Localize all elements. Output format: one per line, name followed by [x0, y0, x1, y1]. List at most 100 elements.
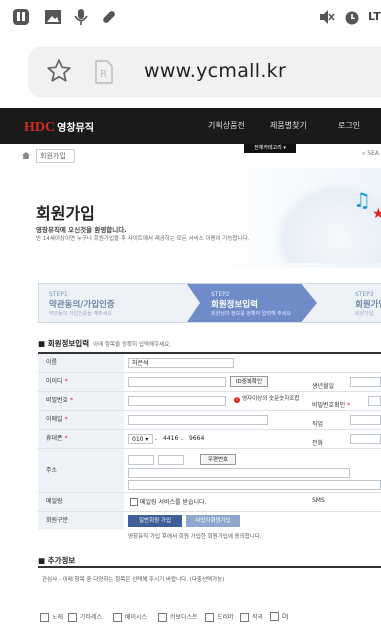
interest-option[interactable]: 드러머	[205, 612, 234, 622]
newsletter-checkbox[interactable]	[130, 498, 138, 506]
nav-special-products[interactable]: 기획상품전	[208, 120, 245, 131]
nav-find-by-product[interactable]: 제품별찾기	[270, 120, 307, 131]
zipcode-field-2[interactable]	[158, 455, 184, 465]
address-field-2[interactable]	[128, 480, 381, 490]
warning-icon: !	[234, 397, 240, 403]
mobile-label: 휴대폰 *	[38, 430, 124, 448]
id-duplicate-check-button[interactable]: ID중복확인	[230, 376, 268, 387]
interest-checkbox[interactable]	[68, 613, 77, 622]
interest-option[interactable]: 작곡	[240, 612, 263, 622]
address-label-text: 주소	[46, 467, 58, 474]
pill-icon	[103, 11, 115, 23]
home-icon[interactable]	[22, 152, 30, 159]
password-confirm-field[interactable]	[368, 396, 381, 406]
signup-description: 만 14세이상이면 누구나 회원가입을 후 사이트에서 제공하는 모든 서비스 …	[36, 236, 250, 242]
interest-checkbox[interactable]	[158, 613, 167, 622]
birthdate-field[interactable]	[350, 377, 381, 387]
id-label-text: 아이디	[46, 378, 63, 385]
member-info-form: 이름 아이디 * 비밀번호 * 이메일 * 휴대폰 * 주소 메일링 회원구분 허은석 …	[38, 352, 381, 542]
carrier-label: LT	[368, 10, 381, 23]
signup-banner: ♫ ★ 회원가입 영창뮤직에 오신것을 환영합니다. 만 14세이상이면 누구나…	[0, 168, 381, 268]
business-member-button[interactable]: 사업자회원가입	[186, 515, 240, 527]
address-field-1[interactable]	[128, 468, 350, 478]
address-bar[interactable]: R www.ycmall.kr	[28, 46, 381, 98]
mobile-prefix-select[interactable]: 010 ▾	[128, 434, 153, 444]
page-title: 회원가입	[36, 204, 95, 223]
row-divider	[38, 391, 381, 392]
app-logo-icon	[13, 9, 29, 25]
password-field[interactable]	[128, 396, 226, 406]
step-1: STEP1 약관동의/가입인증 약관동의 가입인증을 해주세요	[39, 284, 189, 322]
member-info-title: 회원정보입력	[47, 339, 90, 348]
section-divider	[38, 566, 381, 568]
microphone-icon	[74, 9, 88, 25]
interest-checkbox[interactable]	[270, 612, 279, 621]
interest-checkbox[interactable]	[205, 613, 214, 622]
id-label: 아이디 *	[38, 373, 124, 391]
interest-option[interactable]: 노래	[40, 612, 63, 622]
bookmark-star-icon[interactable]	[46, 58, 72, 84]
interest-option[interactable]: DJ	[270, 612, 288, 621]
general-member-button[interactable]: 일반회원 가입	[128, 515, 182, 527]
mobile-prefix-value: 010	[132, 436, 144, 443]
svg-text:R: R	[100, 69, 107, 80]
reader-mode-icon[interactable]: R	[94, 60, 114, 84]
id-field[interactable]	[128, 377, 226, 387]
extra-info-heading: ■ 추가정보	[38, 556, 76, 565]
phone-label: 전화	[312, 440, 324, 447]
member-info-hint: 아래 항목을 정확히 입력해주세요.	[93, 342, 171, 348]
interest-checkbox[interactable]	[40, 613, 49, 622]
url-text[interactable]: www.ycmall.kr	[144, 60, 286, 82]
search-label: SEA	[367, 150, 379, 157]
interest-checkbox[interactable]	[113, 613, 122, 622]
search-icon[interactable]: ⌕ SEA	[362, 150, 379, 158]
all-category-button[interactable]: 전체카테고리 ▾	[244, 144, 296, 153]
member-type-note: 영창뮤직 가입 후에서 회원 가입한 회원가입에 동의합니다.	[128, 534, 262, 540]
row-divider	[38, 492, 381, 493]
interest-option[interactable]: 키보디스트	[158, 612, 198, 622]
interest-label: 노래	[52, 614, 64, 621]
breadcrumb-bar: 회원가입 전체카테고리 ▾ ⌕ SEA	[0, 144, 381, 169]
zipcode-field-1[interactable]	[128, 455, 154, 465]
step-3-number: STEP3	[355, 291, 374, 298]
interest-option[interactable]: 베이시스	[113, 612, 147, 622]
mobile-middle-value: 4416	[163, 435, 179, 442]
row-divider	[38, 372, 381, 373]
interest-label: 드러머	[217, 614, 234, 621]
logo-korean: 영창뮤직	[57, 123, 94, 134]
row-divider	[38, 448, 381, 449]
address-label: 주소	[38, 449, 124, 492]
job-select[interactable]	[350, 415, 381, 425]
name-label: 이름	[38, 354, 124, 372]
password-confirm-label: 비밀번호확인 *	[312, 402, 351, 409]
site-header: HDC 영창뮤직 기획상품전 제품별찾기 로그인	[0, 108, 381, 144]
password-confirm-label-text: 비밀번호확인	[312, 402, 346, 409]
password-label: 비밀번호 *	[38, 392, 124, 410]
phone-field[interactable]	[350, 434, 381, 444]
star-decoration-icon: ★	[372, 206, 381, 222]
nav-login[interactable]: 로그인	[338, 120, 360, 131]
status-bar: LT	[0, 0, 381, 34]
email-field[interactable]	[128, 415, 268, 425]
mobile-last-field[interactable]: 9664	[186, 434, 210, 444]
zipcode-search-button[interactable]: 우편번호	[200, 454, 236, 465]
interest-option[interactable]: 기타레스	[68, 612, 102, 622]
interest-checkbox[interactable]	[240, 613, 249, 622]
step-1-sub: 약관동의 가입인증을 해주세요	[49, 311, 112, 317]
step-2-number: STEP2	[211, 291, 230, 298]
breadcrumb[interactable]: 회원가입	[36, 149, 75, 163]
mute-icon	[320, 10, 335, 24]
mobile-middle-field[interactable]: 4416	[160, 434, 180, 444]
sms-label: SMS	[312, 497, 325, 504]
interest-note: 관심사 - 이래 항목 중 다양하는 항목은 선택해 주시기 바랍니다. (다중…	[42, 577, 225, 583]
site-logo[interactable]: HDC 영창뮤직	[24, 119, 94, 136]
interest-label: 작곡	[252, 614, 264, 621]
birthdate-label: 생년월일	[312, 383, 335, 390]
name-label-text: 이름	[46, 359, 58, 366]
step-1-title: 약관동의/가입인증	[49, 300, 115, 310]
name-field[interactable]: 허은석	[128, 358, 234, 368]
row-divider	[38, 511, 381, 512]
step-1-number: STEP1	[49, 291, 68, 298]
newsletter-label: 메일링	[38, 493, 124, 511]
music-note-icon: ♫	[353, 188, 371, 212]
